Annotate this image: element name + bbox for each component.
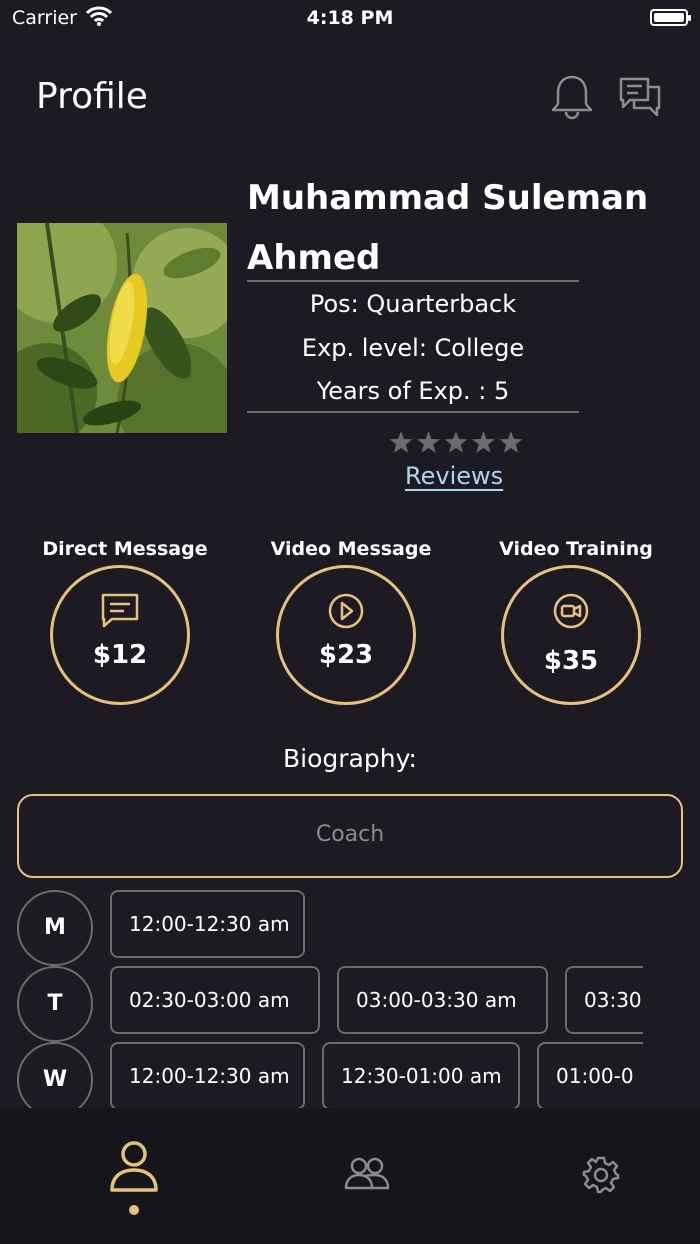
monday-slots: 12:00-12:30 am <box>110 890 643 960</box>
tab-people[interactable] <box>343 1156 391 1196</box>
availability-schedule: M 12:00-12:30 am T 02:30-03:00 am 03:00-… <box>0 884 700 1108</box>
biography-field[interactable]: Coach <box>17 794 683 878</box>
video-training-label: Video Training <box>499 538 653 560</box>
time-slot[interactable]: 02:30-03:00 am <box>110 966 320 1034</box>
time-slot[interactable]: 01:00-0 <box>537 1042 643 1108</box>
tab-settings[interactable] <box>582 1156 620 1198</box>
experience-level-text: Exp. level: College <box>301 334 525 362</box>
day-monday[interactable]: M <box>17 890 93 966</box>
day-tuesday[interactable]: T <box>17 966 93 1042</box>
divider <box>247 280 579 282</box>
biography-label: Biography: <box>283 744 417 773</box>
play-icon <box>279 592 413 634</box>
day-wednesday[interactable]: W <box>17 1042 93 1108</box>
star-icon <box>389 431 413 453</box>
wednesday-slots: 12:00-12:30 am 12:30-01:00 am 01:00-0 <box>110 1042 643 1108</box>
direct-message-button[interactable]: $12 <box>50 565 190 705</box>
star-icon <box>499 431 523 453</box>
star-icon <box>417 431 440 453</box>
divider <box>247 411 579 413</box>
users-icon <box>344 1157 390 1190</box>
bell-icon[interactable] <box>550 74 594 124</box>
tuesday-slots: 02:30-03:00 am 03:00-03:30 am 03:30 <box>110 966 643 1036</box>
status-bar: Carrier 4:18 PM <box>0 0 700 36</box>
video-message-label: Video Message <box>270 538 432 560</box>
video-camera-icon <box>504 592 638 634</box>
time-slot[interactable]: 12:00-12:30 am <box>110 1042 305 1108</box>
profile-photo[interactable] <box>17 223 227 433</box>
page-title: Profile <box>36 76 148 117</box>
time-slot[interactable]: 12:00-12:30 am <box>110 890 305 958</box>
direct-message-label: Direct Message <box>42 538 208 560</box>
tab-profile[interactable] <box>108 1140 160 1204</box>
biography-text: Coach <box>315 822 385 847</box>
position-text: Pos: Quarterback <box>309 290 517 318</box>
direct-message-price: $12 <box>92 640 148 670</box>
chat-icon[interactable] <box>618 74 662 124</box>
tab-bar <box>0 1108 700 1244</box>
reviews-link[interactable]: Reviews <box>405 462 503 490</box>
video-training-price: $35 <box>543 646 599 676</box>
message-icon <box>53 592 187 634</box>
video-message-price: $23 <box>318 640 374 670</box>
star-icon <box>444 431 468 453</box>
user-icon <box>110 1141 158 1192</box>
battery-icon <box>650 9 691 26</box>
clock: 4:18 PM <box>306 7 394 29</box>
profile-name: Muhammad Suleman Ahmed <box>247 178 649 278</box>
star-icon <box>472 431 495 453</box>
video-message-button[interactable]: $23 <box>276 565 416 705</box>
years-experience-text: Years of Exp. : 5 <box>316 377 510 405</box>
time-slot[interactable]: 12:30-01:00 am <box>322 1042 520 1108</box>
time-slot[interactable]: 03:30 <box>565 966 643 1034</box>
time-slot[interactable]: 03:00-03:30 am <box>337 966 548 1034</box>
rating-stars <box>388 430 524 456</box>
active-tab-indicator <box>129 1205 139 1215</box>
video-training-button[interactable]: $35 <box>501 565 641 705</box>
gear-icon <box>582 1156 620 1194</box>
